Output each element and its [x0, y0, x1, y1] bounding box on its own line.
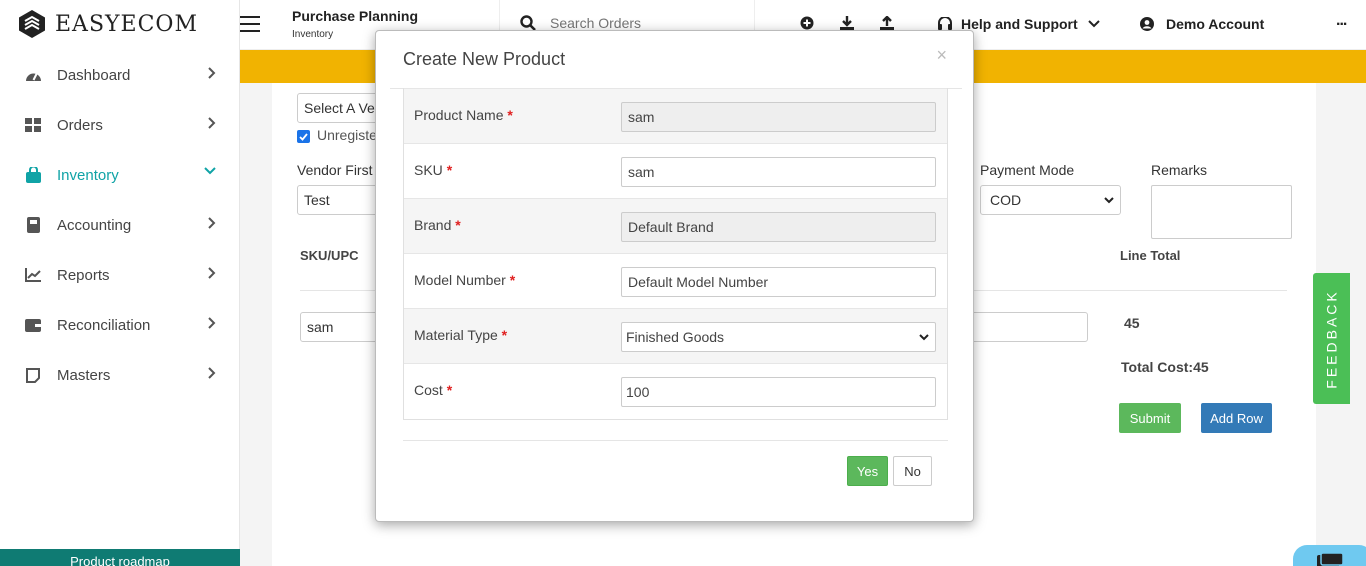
- field-label: Material Type *: [414, 327, 507, 343]
- close-icon[interactable]: ×: [936, 45, 947, 66]
- no-button[interactable]: No: [893, 456, 932, 486]
- field-row-model-number: Model Number * Default Model Number: [404, 253, 947, 308]
- field-label-text: Product Name: [414, 107, 504, 123]
- field-row-product-name: Product Name * sam: [404, 88, 947, 143]
- required-mark: *: [501, 327, 508, 343]
- field-label: Model Number *: [414, 272, 515, 288]
- modal-title: Create New Product: [403, 49, 566, 69]
- divider: [403, 440, 948, 441]
- product-fields-table: Product Name * sam SKU * sam Brand * Def…: [403, 88, 948, 420]
- required-mark: *: [509, 272, 516, 288]
- material-type-select[interactable]: Finished Goods: [621, 322, 936, 352]
- field-label-text: Model Number: [414, 272, 506, 288]
- field-label-text: Cost: [414, 382, 443, 398]
- required-mark: *: [446, 382, 453, 398]
- field-label-text: Brand: [414, 217, 452, 233]
- field-label: Product Name *: [414, 107, 513, 123]
- field-label-text: SKU: [414, 162, 443, 178]
- field-label: Cost *: [414, 382, 452, 398]
- field-row-sku: SKU * sam: [404, 143, 947, 198]
- chevron-down-icon: [919, 333, 929, 340]
- required-mark: *: [455, 217, 461, 233]
- create-product-modal: Create New Product × Product Name * sam …: [375, 30, 974, 522]
- cost-input[interactable]: 100: [621, 377, 936, 407]
- product-name-input[interactable]: sam: [621, 102, 936, 132]
- field-label: SKU *: [414, 162, 452, 178]
- yes-button[interactable]: Yes: [847, 456, 888, 486]
- field-label-text: Material Type: [414, 327, 498, 343]
- field-row-cost: Cost * 100: [404, 363, 947, 418]
- required-mark: *: [446, 162, 453, 178]
- field-row-material-type: Material Type * Finished Goods: [404, 308, 947, 363]
- field-row-brand: Brand * Default Brand: [404, 198, 947, 253]
- sku-field[interactable]: sam: [621, 157, 936, 187]
- field-label: Brand *: [414, 217, 461, 233]
- material-type-value: Finished Goods: [626, 329, 725, 345]
- required-mark: *: [507, 107, 513, 123]
- brand-input[interactable]: Default Brand: [621, 212, 936, 242]
- model-number-input[interactable]: Default Model Number: [621, 267, 936, 297]
